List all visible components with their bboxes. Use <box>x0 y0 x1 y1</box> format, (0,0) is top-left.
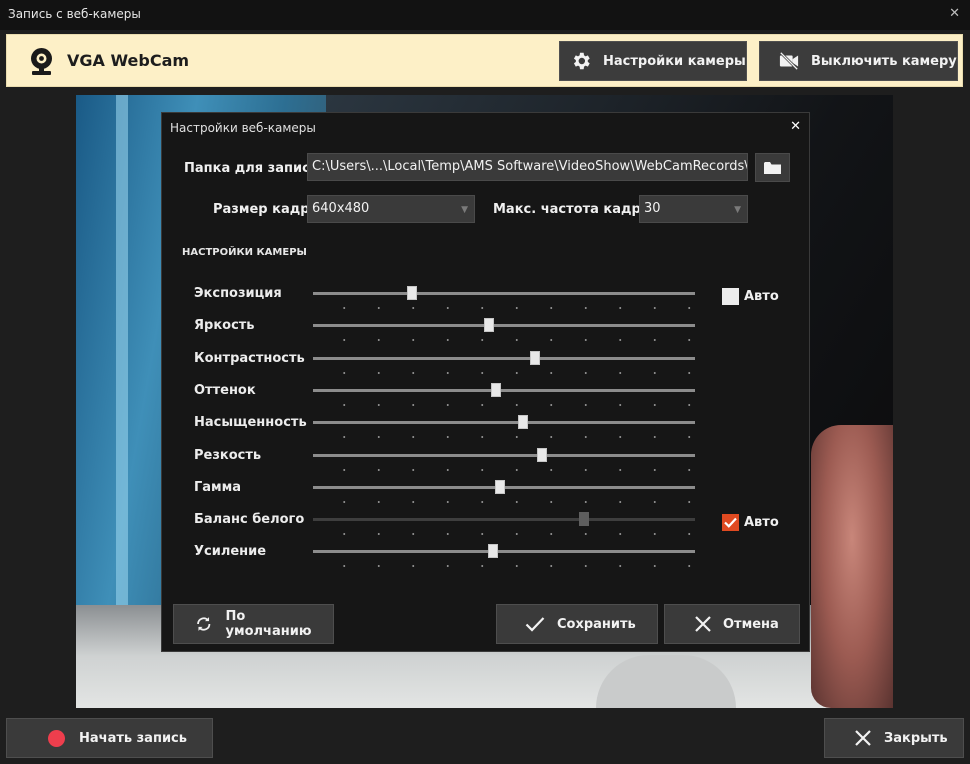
window-close-icon[interactable]: ✕ <box>949 6 960 21</box>
auto-checkbox[interactable]: Авто <box>722 288 779 305</box>
slider-label: Яркость <box>194 318 255 334</box>
dialog-title: Настройки веб-камеры <box>170 121 316 135</box>
folder-path-field[interactable]: C:\Users\...\Local\Temp\AMS Software\Vid… <box>307 153 748 181</box>
slider-row: Оттенок <box>162 382 811 415</box>
preview-highlight <box>116 95 128 655</box>
slider-track[interactable] <box>313 356 695 360</box>
folder-label: Папка для записи <box>184 161 319 176</box>
slider-label: Баланс белого <box>194 512 305 528</box>
chevron-down-icon: ▼ <box>734 205 741 215</box>
camera-settings-label: Настройки камеры <box>603 53 746 69</box>
camera-settings-section-title: НАСТРОЙКИ КАМЕРЫ <box>182 247 307 258</box>
record-icon <box>48 729 65 747</box>
disable-camera-button[interactable]: Выключить камеру <box>759 41 958 81</box>
camera-bar: VGA WebCam Настройки камеры Выключить ка… <box>6 34 963 87</box>
slider-thumb <box>579 512 590 527</box>
save-button-label: Сохранить <box>557 616 636 632</box>
slider-ticks <box>327 500 695 503</box>
cancel-button[interactable]: Отмена <box>664 604 800 644</box>
save-button[interactable]: Сохранить <box>496 604 658 644</box>
refresh-icon <box>197 617 211 631</box>
slider-label: Оттенок <box>194 382 256 398</box>
frame-size-value: 640x480 <box>312 201 370 216</box>
dialog-close-icon[interactable]: ✕ <box>790 119 801 134</box>
slider-label: Усиление <box>194 544 267 560</box>
slider-track[interactable] <box>313 518 695 522</box>
close-icon <box>695 616 711 632</box>
disable-camera-label: Выключить камеру <box>811 53 957 69</box>
camera-device-name: VGA WebCam <box>67 51 190 70</box>
checkbox-unchecked-icon <box>722 288 739 305</box>
close-icon <box>855 730 871 746</box>
slider-label: Экспозиция <box>194 286 282 301</box>
window-titlebar: Запись с веб-камеры ✕ <box>0 0 970 30</box>
close-button-label: Закрыть <box>884 730 948 746</box>
slider-row: Баланс белого Авто <box>162 512 811 544</box>
frame-size-select[interactable]: 640x480 ▼ <box>307 195 475 223</box>
window-title: Запись с веб-камеры <box>8 7 141 21</box>
slider-thumb[interactable] <box>487 544 498 559</box>
auto-label: Авто <box>744 289 779 304</box>
slider-track[interactable] <box>313 292 695 295</box>
slider-row: Усиление <box>162 544 811 576</box>
start-recording-label: Начать запись <box>79 730 187 746</box>
auto-checkbox[interactable]: Авто <box>722 514 779 532</box>
camera-off-icon <box>779 51 799 71</box>
slider-label: Резкость <box>194 447 262 463</box>
slider-thumb[interactable] <box>483 318 494 333</box>
checkmark-icon <box>525 617 545 632</box>
slider-row: Контрастность <box>162 350 811 383</box>
default-button[interactable]: По умолчанию <box>173 604 334 644</box>
fps-value: 30 <box>644 201 661 216</box>
fps-label: Макс. частота кадров <box>493 202 658 217</box>
close-button[interactable]: Закрыть <box>824 718 964 758</box>
slider-ticks <box>327 307 695 309</box>
start-recording-button[interactable]: Начать запись <box>6 718 213 758</box>
slider-label: Насыщенность <box>194 415 307 431</box>
default-button-label: По умолчанию <box>225 609 312 639</box>
slider-label: Контрастность <box>194 350 305 366</box>
slider-label: Гамма <box>194 479 242 495</box>
webcam-settings-dialog: Настройки веб-камеры ✕ Папка для записи … <box>161 112 810 652</box>
slider-ticks <box>327 468 695 471</box>
slider-row: Яркость <box>162 318 811 350</box>
slider-track[interactable] <box>313 421 695 425</box>
cancel-button-label: Отмена <box>723 616 779 632</box>
slider-thumb[interactable] <box>518 415 529 430</box>
slider-thumb[interactable] <box>407 286 418 300</box>
slider-row: Резкость <box>162 447 811 480</box>
folder-icon <box>764 161 781 174</box>
slider-track[interactable] <box>313 550 695 554</box>
chevron-down-icon: ▼ <box>461 205 468 215</box>
browse-folder-button[interactable] <box>755 153 790 182</box>
slider-ticks <box>327 436 695 439</box>
slider-ticks <box>327 339 695 342</box>
slider-ticks <box>327 565 695 568</box>
slider-row: Гамма <box>162 479 811 512</box>
camera-settings-button[interactable]: Настройки камеры <box>559 41 747 81</box>
frame-size-label: Размер кадра <box>213 202 319 217</box>
slider-thumb[interactable] <box>495 479 506 494</box>
slider-row: Насыщенность <box>162 415 811 447</box>
auto-label: Авто <box>744 515 779 531</box>
webcam-icon <box>31 48 52 75</box>
preview-hand <box>811 425 893 708</box>
slider-track[interactable] <box>313 453 695 457</box>
fps-select[interactable]: 30 ▼ <box>639 195 748 223</box>
slider-ticks <box>327 403 695 406</box>
slider-track[interactable] <box>313 324 695 328</box>
slider-ticks <box>327 533 695 536</box>
slider-thumb[interactable] <box>529 350 540 365</box>
gear-icon <box>573 52 590 70</box>
checkbox-checked-icon <box>722 514 739 532</box>
slider-row: Экспозиция Авто <box>162 286 811 318</box>
slider-track[interactable] <box>313 388 695 392</box>
slider-thumb[interactable] <box>537 447 548 462</box>
slider-thumb[interactable] <box>491 382 502 397</box>
slider-ticks <box>327 371 695 374</box>
